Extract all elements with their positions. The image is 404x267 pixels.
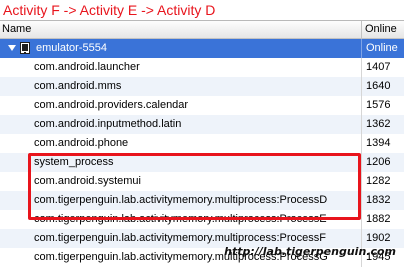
- column-header-online[interactable]: Online: [361, 21, 404, 38]
- process-pid: 1832: [361, 191, 404, 210]
- process-pid: 1394: [361, 134, 404, 153]
- table-row[interactable]: com.android.inputmethod.latin 1362: [0, 115, 404, 134]
- annotation-title: Activity F -> Activity E -> Activity D: [3, 2, 216, 18]
- table-row[interactable]: com.tigerpenguin.lab.activitymemory.mult…: [0, 191, 404, 210]
- disclosure-triangle-icon[interactable]: [8, 45, 16, 51]
- column-header-name[interactable]: Name: [2, 21, 31, 38]
- table-row[interactable]: com.android.providers.calendar 1576: [0, 96, 404, 115]
- process-name: com.android.providers.calendar: [34, 99, 189, 111]
- table-header: Name Online: [0, 21, 404, 39]
- device-row[interactable]: emulator-5554 Online: [0, 39, 404, 58]
- table-row[interactable]: com.android.launcher 1407: [0, 58, 404, 77]
- table-row[interactable]: com.android.phone 1394: [0, 134, 404, 153]
- table-row[interactable]: com.tigerpenguin.lab.activitymemory.mult…: [0, 210, 404, 229]
- process-tree-panel: Name Online emulator-5554 Online com.and…: [0, 20, 404, 267]
- process-pid: 1576: [361, 96, 404, 115]
- process-name: system_process: [34, 156, 114, 168]
- device-name: emulator-5554: [36, 42, 107, 54]
- process-pid: 1362: [361, 115, 404, 134]
- table-row[interactable]: system_process 1206: [0, 153, 404, 172]
- process-pid: 1640: [361, 77, 404, 96]
- watermark: http://lab.tigerpenguin.com: [224, 245, 396, 258]
- process-pid: 1282: [361, 172, 404, 191]
- process-name: com.android.inputmethod.latin: [34, 118, 182, 130]
- process-name: com.android.mms: [34, 80, 122, 92]
- process-pid: 1882: [361, 210, 404, 229]
- process-name: com.tigerpenguin.lab.activitymemory.mult…: [34, 194, 328, 206]
- process-name: com.android.launcher: [34, 61, 140, 73]
- table-row[interactable]: com.android.systemui 1282: [0, 172, 404, 191]
- process-pid: 1206: [361, 153, 404, 172]
- process-pid: 1407: [361, 58, 404, 77]
- device-icon: [20, 42, 30, 54]
- process-name: com.android.phone: [34, 137, 129, 149]
- table-row[interactable]: com.android.mms 1640: [0, 77, 404, 96]
- device-status: Online: [361, 39, 404, 58]
- process-name: com.tigerpenguin.lab.activitymemory.mult…: [34, 213, 327, 225]
- process-name: com.android.systemui: [34, 175, 141, 187]
